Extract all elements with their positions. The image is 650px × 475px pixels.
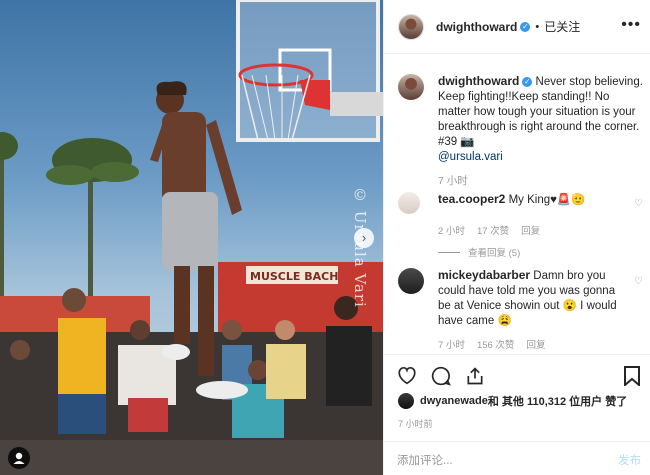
following-button[interactable]: 已关注 xyxy=(544,18,580,35)
reply-button[interactable]: 回复 xyxy=(521,223,540,237)
liked-by-text[interactable]: 和 其他 110,312 位用户 赞了 xyxy=(488,393,627,409)
photo-illustration: MUSCLE BACH xyxy=(0,0,383,475)
share-icon[interactable] xyxy=(464,365,486,387)
mention-link[interactable]: @ursula.vari xyxy=(438,151,503,163)
comment-meta: 2 小时 17 次赞 回复 xyxy=(438,223,643,237)
comment-item: ♡ tea.cooper2 My King♥🚨🫡 2 小时 17 次赞 回复 查… xyxy=(398,192,643,259)
post-side-panel: dwighthoward ✓ • 已关注 ••• dwighthoward ✓ N… xyxy=(383,0,650,475)
comment-like-heart-icon[interactable]: ♡ xyxy=(634,276,643,287)
comment-time: 7 小时 xyxy=(438,340,465,351)
separator-dot: • xyxy=(535,20,540,33)
commenter-username[interactable]: mickeydabarber xyxy=(438,268,530,282)
verified-badge-icon: ✓ xyxy=(522,76,533,87)
author-username[interactable]: dwighthoward xyxy=(436,20,517,34)
comment-text-block: mickeydabarber Damn bro you could have t… xyxy=(438,268,618,329)
verified-badge-icon: ✓ xyxy=(520,21,531,32)
add-comment-bar: 添加评论... 发布 xyxy=(384,441,650,475)
comment-text-block: tea.cooper2 My King♥🚨🫡 xyxy=(438,192,586,214)
comment-meta: 7 小时 156 次赞 回复 xyxy=(438,337,643,351)
post-photo[interactable]: MUSCLE BACH © Vari › xyxy=(0,0,383,475)
caption-username[interactable]: dwighthoward xyxy=(438,74,519,88)
post-header: dwighthoward ✓ • 已关注 ••• xyxy=(384,0,650,54)
view-replies-button[interactable]: 查看回复 (5) xyxy=(438,245,643,259)
comment-likes[interactable]: 156 次赞 xyxy=(477,337,515,351)
replies-divider-line xyxy=(438,251,460,253)
save-bookmark-icon[interactable] xyxy=(621,365,643,387)
camera-emoji-icon: 📷 xyxy=(460,136,475,148)
basketball-hoop xyxy=(236,0,383,142)
commenter-avatar[interactable] xyxy=(398,192,420,214)
palm-tree-left xyxy=(0,132,18,310)
comment-likes[interactable]: 17 次赞 xyxy=(477,223,509,237)
author-avatar[interactable] xyxy=(398,13,424,40)
like-heart-icon[interactable] xyxy=(396,365,418,387)
comment-input[interactable]: 添加评论... xyxy=(397,452,453,468)
comment-text: My King♥🚨🫡 xyxy=(508,194,586,206)
commenter-avatar[interactable] xyxy=(398,268,424,294)
liker-username[interactable]: dwyanewade xyxy=(420,395,488,407)
more-options-icon[interactable]: ••• xyxy=(621,17,641,33)
liked-by-line: dwyanewade 和 其他 110,312 位用户 赞了 xyxy=(398,393,627,409)
next-photo-arrow-icon[interactable]: › xyxy=(354,228,374,248)
post-caption: dwighthoward ✓ Never stop believing. Keep… xyxy=(398,74,643,188)
liker-avatar[interactable] xyxy=(398,393,414,409)
caption-time: 7 小时 xyxy=(438,175,468,187)
sign-text: MUSCLE BACH xyxy=(250,270,338,283)
post-comment-button[interactable]: 发布 xyxy=(618,452,641,468)
caption-text-block: dwighthoward ✓ Never stop believing. Keep… xyxy=(438,74,643,165)
comment-like-heart-icon[interactable]: ♡ xyxy=(634,198,643,209)
comment-time: 2 小时 xyxy=(438,226,465,237)
commenter-username[interactable]: tea.cooper2 xyxy=(438,192,505,206)
caption-author-avatar[interactable] xyxy=(398,74,424,100)
view-replies-label: 查看回复 (5) xyxy=(468,248,521,259)
tagged-people-icon[interactable] xyxy=(8,447,30,469)
comment-item: ♡ mickeydabarber Damn bro you could have… xyxy=(398,268,643,351)
action-icons xyxy=(396,365,486,387)
post-timestamp[interactable]: 7 小时前 xyxy=(398,417,433,430)
comment-bubble-icon[interactable] xyxy=(430,365,452,387)
reply-button[interactable]: 回复 xyxy=(526,337,545,351)
